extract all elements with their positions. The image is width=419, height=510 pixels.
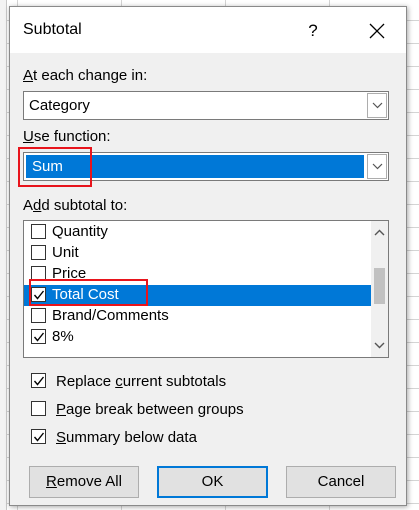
- label-rest: urrent subtotals: [122, 373, 227, 390]
- spreadsheet-edge: [0, 0, 7, 510]
- ok-button[interactable]: OK: [157, 466, 268, 498]
- checkbox-brand-comments[interactable]: [31, 308, 46, 323]
- at-each-change-arrow[interactable]: [367, 93, 387, 118]
- list-item-brand-comments[interactable]: Brand/Comments: [24, 306, 371, 327]
- dialog-titlebar: Subtotal ?: [10, 7, 406, 53]
- add-subtotal-label: Add subtotal to:: [23, 197, 127, 214]
- list-item-label: 8%: [52, 328, 74, 345]
- list-item-quantity[interactable]: Quantity: [24, 222, 371, 243]
- checkmark-icon: [33, 332, 45, 342]
- checkbox-quantity[interactable]: [31, 224, 46, 239]
- label-accelerator: R: [46, 473, 57, 490]
- cancel-button[interactable]: Cancel: [286, 466, 396, 498]
- checkmark-icon: [33, 376, 45, 386]
- list-scrollbar[interactable]: [371, 221, 388, 357]
- scroll-down-icon[interactable]: [374, 342, 385, 349]
- chevron-down-icon: [372, 163, 383, 170]
- checkbox-8-percent[interactable]: [31, 329, 46, 344]
- use-function-arrow[interactable]: [367, 154, 387, 179]
- label-rest: t each change in:: [33, 67, 148, 84]
- at-each-change-label: At each change in:: [23, 67, 147, 84]
- annotation-highlight-total-cost: [29, 279, 148, 306]
- subtotal-dialog: Subtotal ? At each change in: Category U…: [9, 6, 407, 506]
- label-accelerator: U: [23, 128, 34, 145]
- scrollbar-thumb[interactable]: [374, 268, 385, 304]
- dialog-title: Subtotal: [23, 21, 82, 38]
- annotation-highlight-sum: [18, 147, 92, 187]
- close-icon: [369, 23, 385, 39]
- checkmark-icon: [33, 432, 45, 442]
- label-accelerator: P: [56, 401, 67, 418]
- checkbox-page-break[interactable]: [31, 401, 46, 416]
- option-label: Page break between groups: [56, 401, 244, 418]
- list-item-label: Unit: [52, 244, 79, 261]
- label-rest: ummary below data: [66, 429, 197, 446]
- at-each-change-value: Category: [29, 97, 90, 114]
- list-item-label: Brand/Comments: [52, 307, 169, 324]
- at-each-change-dropdown[interactable]: Category: [23, 91, 389, 120]
- checkbox-replace-current-subtotals[interactable]: [31, 373, 46, 388]
- label-rest: age break between groups: [66, 401, 244, 418]
- label-prefix: A: [23, 197, 34, 214]
- label-rest: emove All: [56, 473, 122, 490]
- option-label: Summary below data: [56, 429, 197, 446]
- chevron-down-icon: [372, 102, 383, 109]
- checkbox-summary-below-data[interactable]: [31, 429, 46, 444]
- close-button[interactable]: [360, 16, 394, 46]
- checkbox-unit[interactable]: [31, 245, 46, 260]
- list-item-8-percent[interactable]: 8%: [24, 327, 371, 348]
- help-button[interactable]: ?: [298, 16, 328, 46]
- label-accelerator: A: [23, 67, 34, 84]
- list-item-unit[interactable]: Unit: [24, 243, 371, 264]
- scroll-up-icon[interactable]: [374, 229, 385, 236]
- label-accelerator: S: [56, 429, 67, 446]
- label-rest: se function:: [33, 128, 111, 145]
- label-rest: d subtotal to:: [41, 197, 128, 214]
- label-prefix: Replace: [56, 373, 116, 390]
- option-label: Replace current subtotals: [56, 373, 226, 390]
- label-accelerator: c: [115, 373, 123, 390]
- list-item-label: Quantity: [52, 223, 108, 240]
- remove-all-button[interactable]: Remove All: [29, 466, 139, 498]
- use-function-label: Use function:: [23, 128, 111, 145]
